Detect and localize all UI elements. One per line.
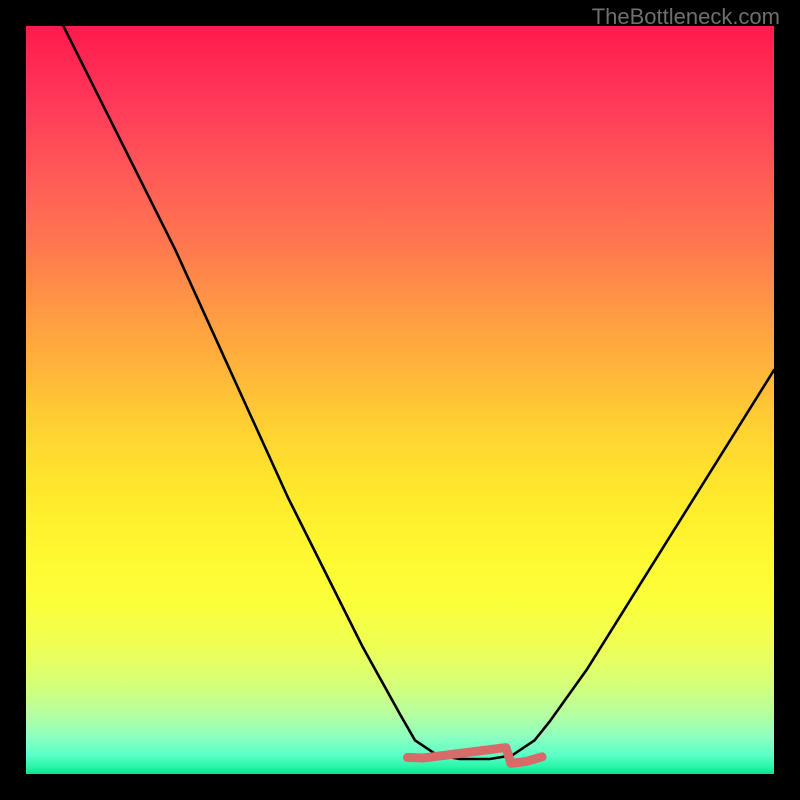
chart-curve-layer — [26, 26, 774, 774]
watermark-text: TheBottleneck.com — [592, 4, 780, 30]
bottleneck-curve — [63, 26, 774, 759]
chart-stage: TheBottleneck.com — [0, 0, 800, 800]
chart-plot-area — [26, 26, 774, 774]
